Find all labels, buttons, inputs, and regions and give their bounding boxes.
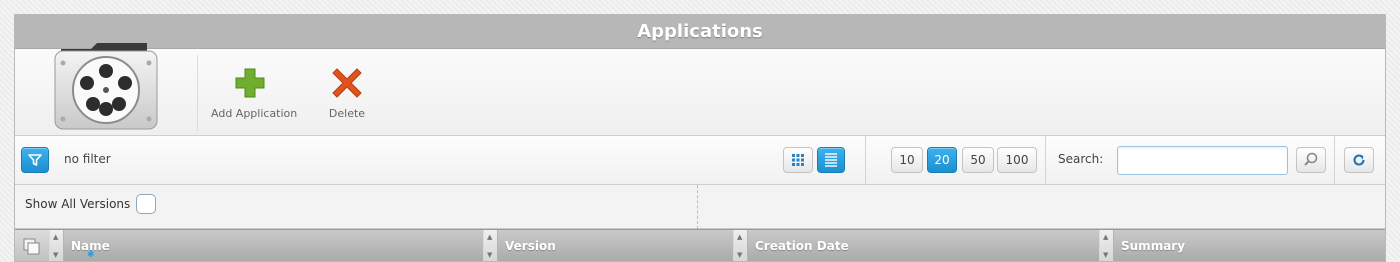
options-divider	[697, 185, 698, 229]
divider	[1045, 136, 1046, 185]
page-size-20[interactable]: 20	[927, 147, 957, 173]
sort-toggle[interactable]: ▲ ▼	[1100, 230, 1114, 261]
add-application-button[interactable]: Add Application	[211, 67, 298, 120]
divider	[865, 136, 866, 185]
grid-icon	[792, 154, 804, 166]
toolbar: Add Application Delete	[15, 43, 1385, 136]
page-size-10[interactable]: 10	[891, 147, 923, 173]
grid-view-button[interactable]	[783, 147, 813, 173]
column-header-summary[interactable]: ▲ ▼ Summary	[1099, 230, 1385, 261]
search-input[interactable]	[1117, 146, 1288, 175]
sort-toggle[interactable]: ▲ ▼	[484, 230, 498, 261]
delete-label: Delete	[328, 107, 366, 120]
refresh-button[interactable]	[1344, 147, 1374, 173]
sort-up-icon: ▲	[53, 233, 59, 241]
sort-down-icon: ▼	[1103, 251, 1109, 259]
refresh-icon	[1353, 154, 1365, 166]
page-size-50[interactable]: 50	[962, 147, 994, 173]
show-all-versions-checkbox[interactable]	[136, 194, 156, 214]
search-label: Search:	[1058, 152, 1104, 166]
column-header-creation-date[interactable]: ▲ ▼ Creation Date	[733, 230, 1099, 261]
show-all-versions-label: Show All Versions	[25, 197, 131, 211]
table-header: ▲ ▼ ✱ Name ▲ ▼ Version ▲ ▼ Creation Date ▲ ▼…	[15, 229, 1385, 261]
column-header-name[interactable]: ▲ ▼ ✱ Name	[49, 230, 483, 261]
search-button[interactable]	[1296, 147, 1326, 173]
sort-toggle[interactable]: ▲ ▼	[50, 230, 64, 261]
sort-down-icon: ▼	[737, 251, 743, 259]
magnifier-icon	[1304, 152, 1318, 166]
options-bar: Show All Versions	[15, 185, 1385, 229]
filter-button[interactable]	[21, 147, 49, 173]
column-summary-label: Summary	[1121, 239, 1186, 253]
sort-down-icon: ▼	[487, 251, 493, 259]
divider	[1334, 136, 1335, 185]
column-version-label: Version	[505, 239, 556, 253]
filter-status: no filter	[64, 152, 111, 166]
delete-button[interactable]: Delete	[327, 67, 367, 120]
select-all-button[interactable]	[15, 230, 49, 261]
sort-up-icon: ▲	[487, 233, 493, 241]
copy-icon	[23, 238, 40, 255]
list-icon	[825, 153, 837, 167]
list-view-button[interactable]	[817, 147, 845, 173]
sort-toggle[interactable]: ▲ ▼	[734, 230, 748, 261]
sort-down-icon: ▼	[53, 251, 59, 259]
column-creation-date-label: Creation Date	[755, 239, 849, 253]
column-name-label: Name	[71, 239, 110, 253]
applications-panel: Applications Add Application Delete no f…	[14, 14, 1386, 262]
plus-icon	[235, 68, 265, 98]
sort-up-icon: ▲	[737, 233, 743, 241]
delete-x-icon	[332, 68, 362, 98]
funnel-icon	[28, 154, 42, 166]
add-application-label: Add Application	[211, 107, 298, 120]
sort-up-icon: ▲	[1103, 233, 1109, 241]
page-size-100[interactable]: 100	[997, 147, 1037, 173]
column-header-version[interactable]: ▲ ▼ Version	[483, 230, 733, 261]
film-reel-folder-icon	[54, 43, 158, 130]
filter-bar: no filter 10 20 50 100 Search:	[15, 136, 1385, 185]
panel-title: Applications	[15, 15, 1385, 49]
toolbar-divider	[197, 55, 198, 131]
